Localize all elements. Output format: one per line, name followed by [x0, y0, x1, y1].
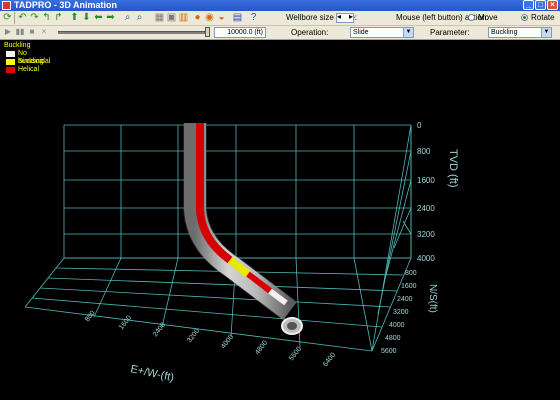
- cancel-icon[interactable]: ×: [39, 27, 49, 37]
- tvd-tick-label: 4000: [417, 254, 435, 263]
- operation-select[interactable]: Slide ▼: [350, 27, 414, 38]
- ew-tick-label: 2400: [152, 322, 167, 339]
- ew-tick-label: 6400: [322, 352, 337, 369]
- title-bar[interactable]: TADPRO - 3D Animation _ □ ×: [0, 0, 560, 11]
- rotate-right-icon[interactable]: ↷: [29, 12, 40, 23]
- playback-toolbar: ▶ ▮▮ ■ × 10000.0 (ft) Operation: Slide ▼…: [0, 26, 560, 40]
- rotate-label: Rotate: [531, 13, 555, 22]
- tvd-tick-label: 2400: [417, 204, 435, 213]
- move-label: Move: [478, 13, 498, 22]
- tvd-tick-label: 3200: [417, 230, 435, 239]
- ns-tick-label: 4000: [389, 322, 405, 329]
- ew-tick-label: 1600: [118, 315, 133, 332]
- distance-field[interactable]: 10000.0 (ft): [214, 27, 266, 38]
- minimize-button[interactable]: _: [523, 0, 534, 10]
- pipe-bore: [287, 322, 297, 330]
- tvd-tick-label: 800: [417, 147, 431, 156]
- wireframe-grid: [24, 124, 412, 352]
- ns-axis-label: N/S(ft): [427, 284, 438, 313]
- move-radio[interactable]: [468, 14, 475, 21]
- play-icon[interactable]: ▶: [3, 27, 13, 37]
- roll-left-icon[interactable]: ↰: [41, 12, 52, 23]
- depth-timeline-slider[interactable]: [58, 27, 210, 37]
- chart-icon[interactable]: ▥: [178, 12, 189, 23]
- color-icon[interactable]: ●: [192, 12, 203, 23]
- view-icon[interactable]: ▦: [154, 12, 165, 23]
- parameter-value: Buckling: [491, 29, 518, 36]
- parameter-label: Parameter:: [430, 28, 470, 37]
- tvd-tick-label: 0: [417, 121, 422, 130]
- ns-tick-label: 1600: [401, 283, 417, 290]
- fit-view-icon[interactable]: ▣: [166, 12, 177, 23]
- ew-tick-label: 3200: [186, 328, 201, 345]
- toolbar-separator: [14, 12, 15, 24]
- pan-up-icon[interactable]: ⬆: [69, 12, 80, 23]
- maximize-button[interactable]: □: [535, 0, 546, 10]
- help-icon[interactable]: ?: [248, 12, 259, 23]
- app-icon: [2, 1, 11, 10]
- close-button[interactable]: ×: [547, 0, 558, 10]
- roll-right-icon[interactable]: ↱: [53, 12, 64, 23]
- main-toolbar: ⟳ ↶ ↷ ↰ ↱ ⬆ ⬇ ⬅ ➡ ⌕ ⌕ ▦ ▣ ▥ ● ◉ ◒ ▤ ? We…: [0, 11, 560, 26]
- wellbore-size-spinner[interactable]: [336, 12, 354, 23]
- back-wall-grid: [63, 124, 412, 259]
- palette-icon[interactable]: ◒: [216, 12, 227, 23]
- pan-right-icon[interactable]: ➡: [105, 12, 116, 23]
- app-window: TADPRO - 3D Animation _ □ × ⟳ ↶ ↷ ↰ ↱ ⬆ …: [0, 0, 560, 400]
- wellbore: [183, 123, 303, 335]
- operation-value: Slide: [353, 29, 369, 36]
- tvd-axis-label: TVD (ft): [447, 149, 459, 188]
- ns-tick-label: 800: [405, 270, 417, 277]
- window-controls: _ □ ×: [523, 0, 558, 11]
- ew-axis-label: E+/W-(ft): [129, 363, 175, 384]
- refresh-icon[interactable]: ⟳: [2, 12, 13, 23]
- tvd-axis: 0 800 1600 2400 3200 4000 TVD (ft): [417, 121, 459, 263]
- ns-tick-label: 2400: [397, 296, 413, 303]
- tvd-tick-label: 1600: [417, 176, 435, 185]
- pause-icon[interactable]: ▮▮: [15, 27, 25, 37]
- parameter-select[interactable]: Buckling ▼: [488, 27, 552, 38]
- stop-icon[interactable]: ■: [27, 27, 37, 37]
- ns-axis: 800 1600 2400 3200 4000 4800 5600 N/S(ft…: [381, 270, 438, 355]
- chevron-down-icon: ▼: [541, 28, 551, 37]
- window-title: TADPRO - 3D Animation: [14, 0, 117, 10]
- print-icon[interactable]: ▤: [232, 12, 243, 23]
- floor-grid: [24, 257, 411, 352]
- settings-icon[interactable]: ◉: [204, 12, 215, 23]
- pan-left-icon[interactable]: ⬅: [93, 12, 104, 23]
- right-wall-grid: [371, 124, 412, 352]
- ew-tick-label: 800: [84, 310, 97, 324]
- pan-down-icon[interactable]: ⬇: [81, 12, 92, 23]
- rotate-radio[interactable]: [521, 14, 528, 21]
- ns-tick-label: 4800: [385, 335, 401, 342]
- zoom-in-icon[interactable]: ⌕: [122, 12, 133, 23]
- ew-tick-label: 5600: [288, 346, 303, 363]
- rotate-left-icon[interactable]: ↶: [17, 12, 28, 23]
- chevron-down-icon: ▼: [403, 28, 413, 37]
- ew-tick-label: 4800: [254, 340, 269, 357]
- ew-tick-label: 4000: [220, 334, 235, 351]
- operation-label: Operation:: [291, 28, 329, 37]
- wellbore-3d-view[interactable]: 0 800 1600 2400 3200 4000 TVD (ft) 800 1…: [0, 39, 560, 400]
- ns-tick-label: 3200: [393, 309, 409, 316]
- zoom-out-icon[interactable]: ⌕: [134, 12, 145, 23]
- ns-tick-label: 5600: [381, 348, 397, 355]
